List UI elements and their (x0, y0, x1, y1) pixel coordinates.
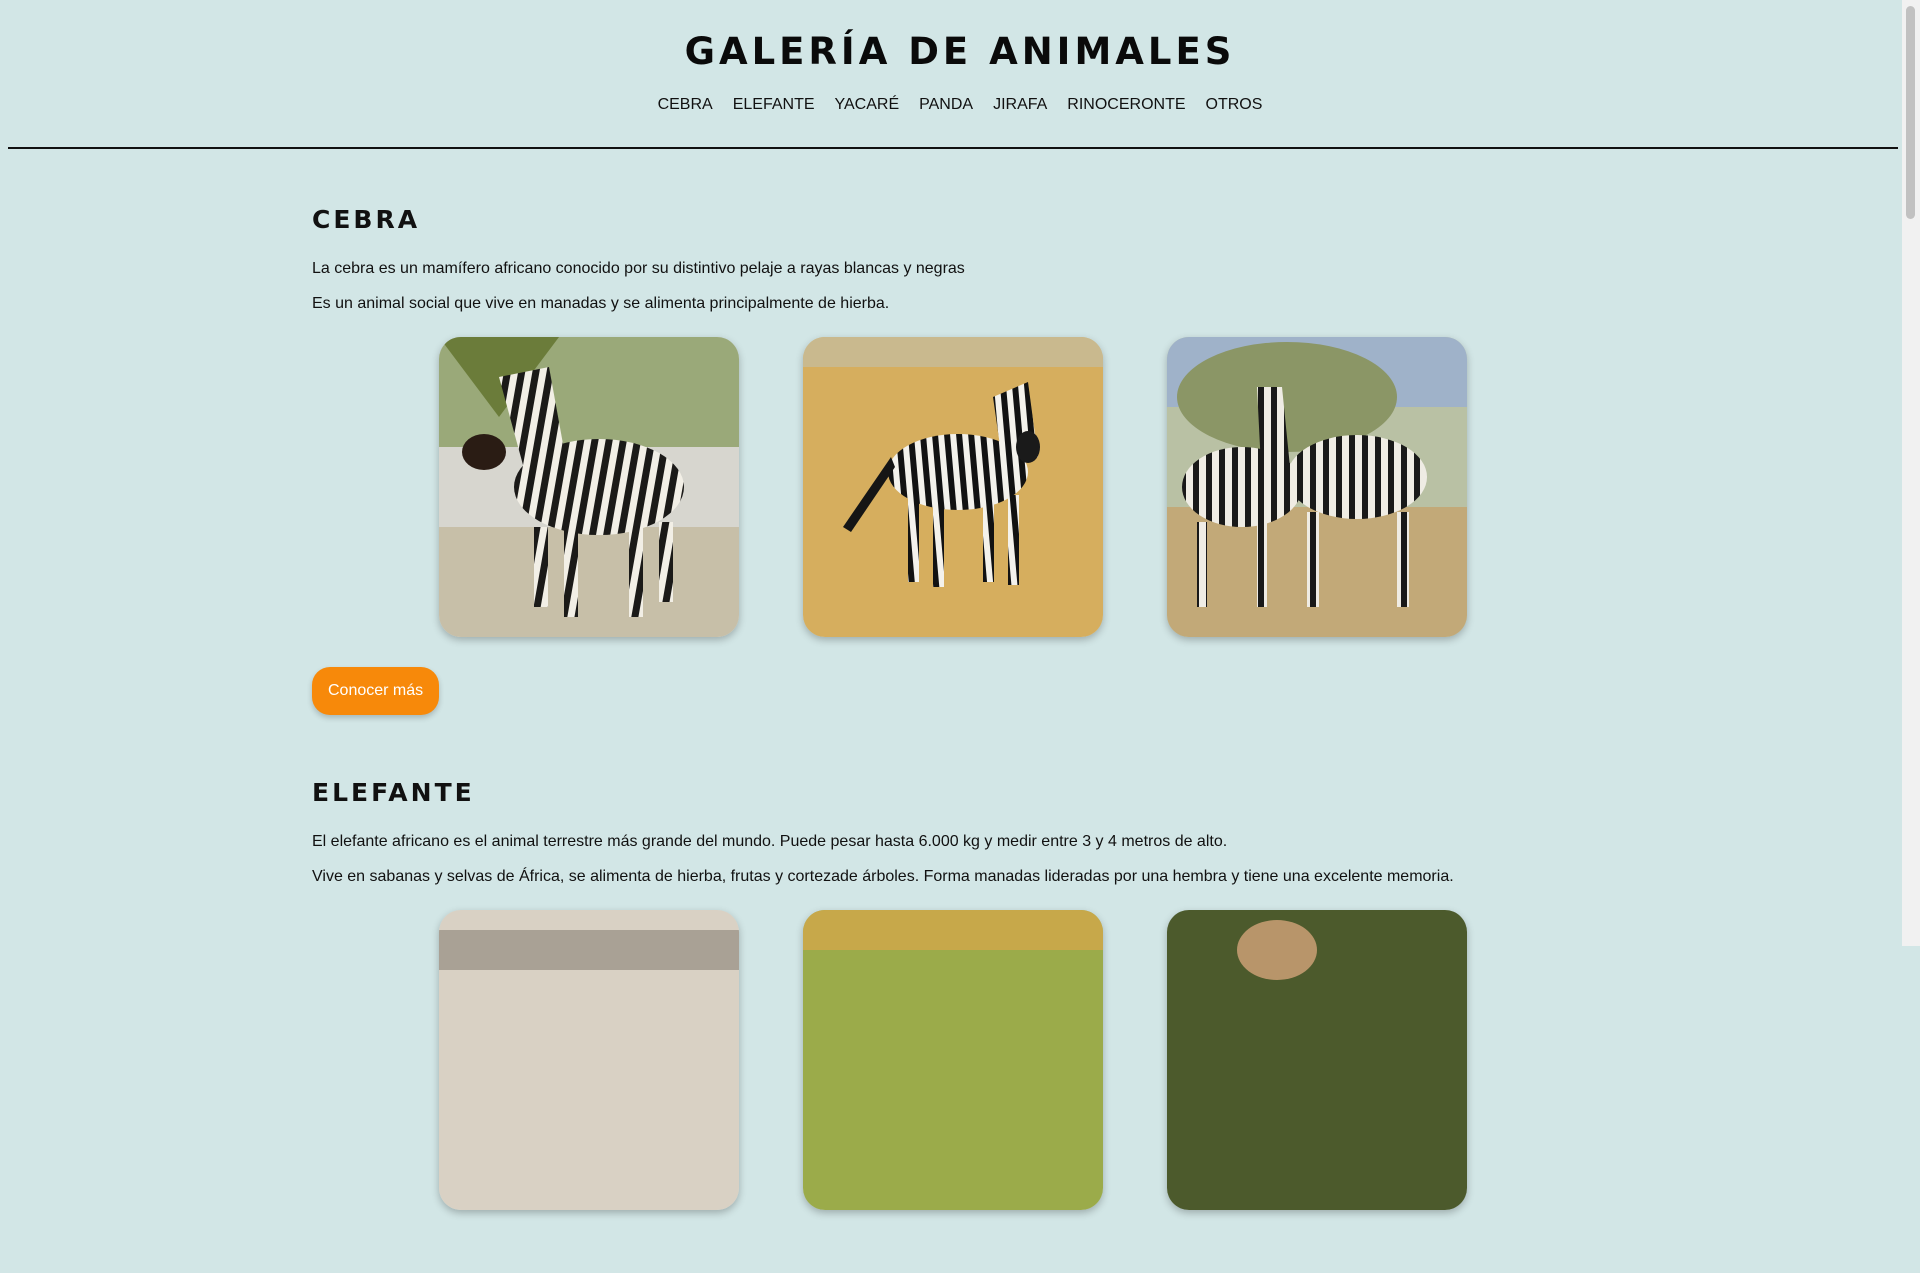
section-description: El elefante africano es el animal terres… (312, 833, 1228, 850)
header-divider (8, 147, 1898, 149)
section-elefante: ELEFANTE El elefante africano es el anim… (312, 778, 1562, 1210)
page-scrollbar[interactable] (1902, 0, 1920, 946)
zebra-gallery (439, 337, 1562, 637)
zebra-photo-1[interactable] (439, 337, 739, 637)
elephant-photo-1[interactable] (439, 910, 739, 1210)
section-title: ELEFANTE (312, 778, 475, 807)
main-nav: CEBRA ELEFANTE YACARÉ PANDA JIRAFA RINOC… (0, 95, 1920, 115)
section-description: Vive en sabanas y selvas de África, se a… (312, 868, 1454, 885)
nav-item-elefante[interactable]: ELEFANTE (733, 95, 815, 115)
elephant-gallery (439, 910, 1562, 1210)
main-content: CEBRA La cebra es un mamífero africano c… (312, 205, 1562, 1273)
nav-item-cebra[interactable]: CEBRA (658, 95, 713, 115)
nav-item-jirafa[interactable]: JIRAFA (993, 95, 1047, 115)
zebra-photo-3[interactable] (1167, 337, 1467, 637)
nav-item-otros[interactable]: OTROS (1206, 95, 1263, 115)
page-title: GALERÍA DE ANIMALES (684, 30, 1236, 73)
site-header: GALERÍA DE ANIMALES CEBRA ELEFANTE YACAR… (0, 0, 1920, 115)
section-cebra: CEBRA La cebra es un mamífero africano c… (312, 205, 1562, 715)
zebra-photo-2[interactable] (803, 337, 1103, 637)
section-description: La cebra es un mamífero africano conocid… (312, 260, 965, 277)
section-description: Es un animal social que vive en manadas … (312, 295, 890, 312)
elephant-photo-2[interactable] (803, 910, 1103, 1210)
nav-item-panda[interactable]: PANDA (919, 95, 973, 115)
section-title: CEBRA (312, 205, 421, 234)
scrollbar-thumb[interactable] (1906, 6, 1915, 219)
learn-more-button[interactable]: Conocer más (312, 667, 440, 715)
nav-item-rinoceronte[interactable]: RINOCERONTE (1067, 95, 1185, 115)
nav-item-yacare[interactable]: YACARÉ (835, 95, 900, 115)
elephant-photo-3[interactable] (1167, 910, 1467, 1210)
